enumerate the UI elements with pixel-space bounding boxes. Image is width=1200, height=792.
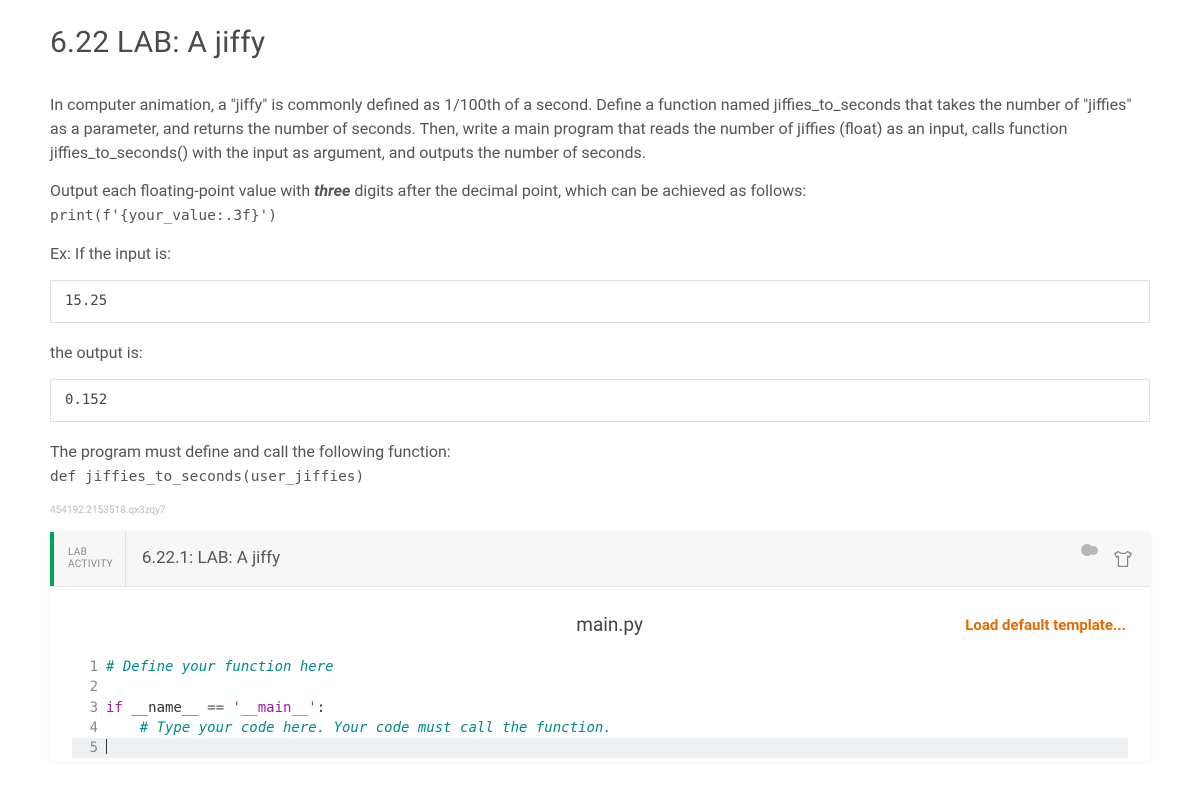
- text-cursor: [106, 739, 107, 754]
- must-define-paragraph: The program must define and call the fol…: [50, 440, 1150, 489]
- format-emph: three: [314, 181, 350, 200]
- lab-badge-line1: LAB: [68, 547, 113, 559]
- code-line-4[interactable]: 4 # Type your code here. Your code must …: [72, 718, 1128, 738]
- code-l4-comment: # Type your code here. Your code must ca…: [140, 720, 612, 736]
- gutter-3: 3: [72, 698, 106, 718]
- code-l3-if: if: [106, 700, 123, 716]
- lab-badge: LAB ACTIVITY: [54, 532, 126, 586]
- code-line-2[interactable]: 2: [72, 677, 1128, 697]
- gutter-4: 4: [72, 718, 106, 738]
- must-define-code: def jiffies_to_seconds(user_jiffies): [50, 469, 364, 485]
- code-editor[interactable]: 1 # Define your function here 2 3 if __n…: [72, 657, 1128, 758]
- file-bar: main.py Load default template...: [72, 607, 1128, 658]
- lab-activity-box: LAB ACTIVITY 6.22.1: LAB: A jiffy main.p…: [50, 532, 1150, 763]
- code-l4-indent: [106, 720, 140, 736]
- lab-badge-line2: ACTIVITY: [68, 559, 113, 571]
- format-suffix: digits after the decimal point, which ca…: [350, 181, 806, 200]
- must-define-text: The program must define and call the fol…: [50, 442, 451, 461]
- intro-paragraph: In computer animation, a "jiffy" is comm…: [50, 93, 1150, 165]
- page-title: 6.22 LAB: A jiffy: [50, 20, 1150, 65]
- code-l1-comment: # Define your function here: [106, 659, 334, 675]
- gutter-2: 2: [72, 677, 106, 697]
- content-hash: 454192.2153518.qx3zqy7: [50, 503, 1150, 518]
- format-prefix: Output each floating-point value with: [50, 181, 314, 200]
- format-code: print(f'{your_value:.3f}'): [50, 208, 277, 224]
- code-l3-eq: ==: [207, 700, 224, 716]
- code-l3-colon: :: [317, 700, 325, 716]
- cloud-icon[interactable]: [1076, 550, 1102, 568]
- shirt-icon[interactable]: [1112, 548, 1134, 570]
- code-line-3[interactable]: 3 if __name__ == '__main__':: [72, 698, 1128, 718]
- code-line-5[interactable]: 5: [72, 738, 1128, 758]
- example-output-label: the output is:: [50, 341, 1150, 365]
- gutter-1: 1: [72, 657, 106, 677]
- lab-body: main.py Load default template... 1 # Def…: [50, 587, 1150, 763]
- example-input-label: Ex: If the input is:: [50, 242, 1150, 266]
- format-instruction: Output each floating-point value with th…: [50, 179, 1150, 228]
- lab-title: 6.22.1: LAB: A jiffy: [126, 532, 1076, 586]
- filename-label: main.py: [254, 611, 965, 640]
- lab-header: LAB ACTIVITY 6.22.1: LAB: A jiffy: [50, 532, 1150, 587]
- gutter-5: 5: [72, 738, 106, 758]
- code-l3-name: __name__: [123, 700, 207, 716]
- load-template-button[interactable]: Load default template...: [965, 614, 1126, 637]
- example-input-box: 15.25: [50, 280, 1150, 323]
- code-line-1[interactable]: 1 # Define your function here: [72, 657, 1128, 677]
- code-l3-str: '__main__': [224, 700, 317, 716]
- example-output-box: 0.152: [50, 379, 1150, 422]
